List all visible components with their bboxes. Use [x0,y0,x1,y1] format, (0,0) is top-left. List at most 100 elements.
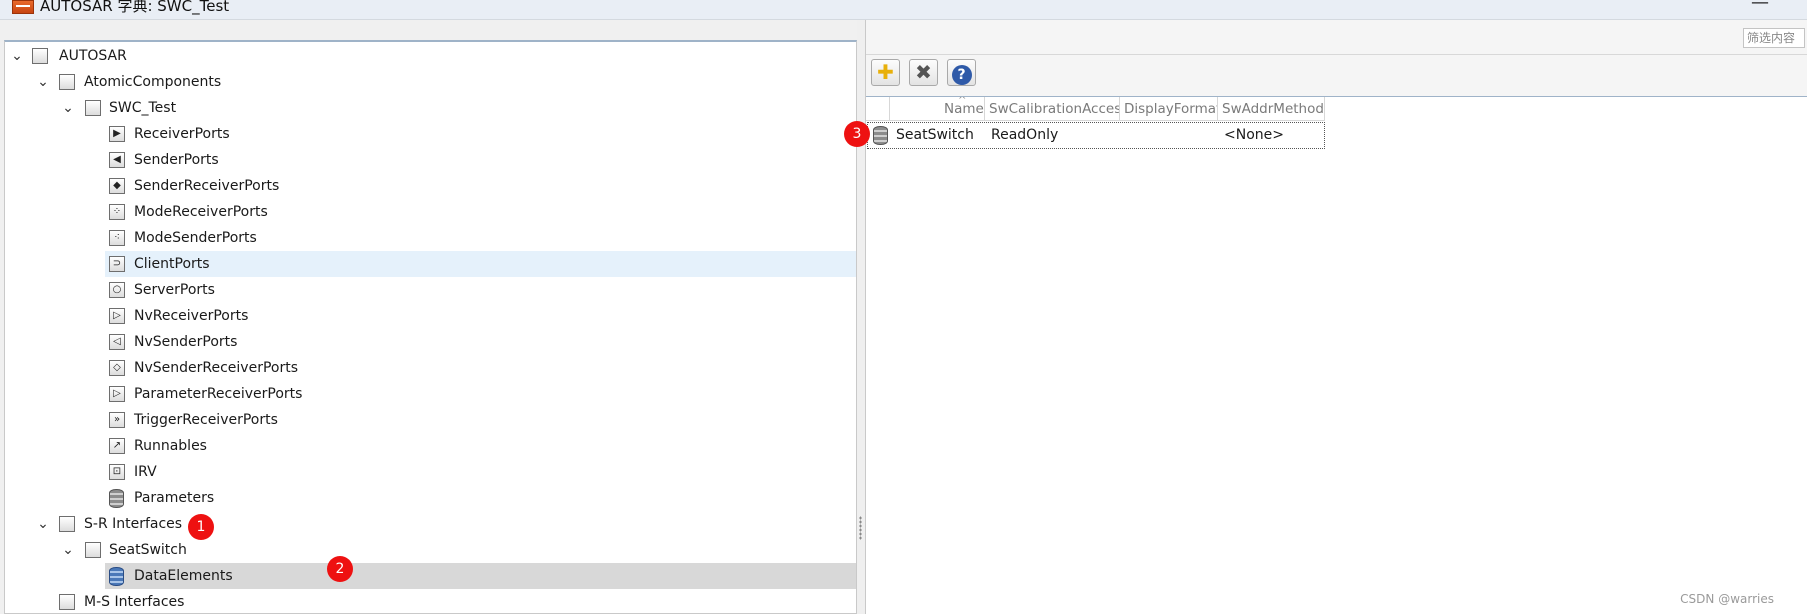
mode-receiver-port-icon: ⁘ [109,204,125,220]
watermark: CSDN @warries [1680,592,1774,606]
tree-item[interactable]: ↗ Runnables [5,433,856,459]
tree-item[interactable]: » TriggerReceiverPorts [5,407,856,433]
tree-item[interactable]: DataElements [5,563,856,589]
tree-item-label: NvSenderReceiverPorts [134,360,299,376]
tree-item[interactable]: Parameters [5,485,856,511]
runnable-icon: ↗ [109,438,125,454]
tree-item-highlight [105,251,856,277]
tree-item-highlight [105,459,856,485]
tree-item-label: NvSenderPorts [134,334,238,350]
tree-item-label: ServerPorts [134,282,215,298]
tree-item-highlight [28,43,856,69]
tree-item-highlight [105,277,856,303]
tree-item[interactable]: M-S Interfaces [5,589,856,613]
data-elements-database-icon [109,567,124,586]
column-header-name[interactable]: ^ Name [890,97,985,121]
title-bar: AUTOSAR 字典: SWC_Test — [0,0,1807,20]
window-title: AUTOSAR 字典: SWC_Test [40,0,230,15]
add-icon: ✚ [877,60,894,84]
tree-item-label: SWC_Test [109,100,177,116]
ms-interfaces-icon [59,594,75,610]
nv-sender-receiver-port-icon: ◇ [109,360,125,376]
trigger-receiver-port-icon: » [109,412,125,428]
table-row[interactable]: SeatSwitch ReadOnly <None> [867,122,1325,149]
receiver-port-icon: ▶ [109,126,125,142]
tree-item[interactable]: ○ ServerPorts [5,277,856,303]
tree-item[interactable]: ⊃ ClientPorts [5,251,856,277]
tree-item-highlight [105,485,856,511]
chevron-down-icon[interactable]: ⌄ [61,95,75,121]
tree-item[interactable]: ◆ SenderReceiverPorts [5,173,856,199]
tree-item[interactable]: ⁘ ModeReceiverPorts [5,199,856,225]
tree-item[interactable]: ⌄ AUTOSAR [5,43,856,69]
help-icon: ? [951,65,972,85]
tree-item-label: IRV [134,464,157,480]
parameter-receiver-port-icon: ▷ [109,386,125,402]
tree-item-highlight [81,537,856,563]
mode-sender-port-icon: ⁖ [109,230,125,246]
chevron-down-icon[interactable]: ⌄ [10,43,24,69]
tree-item[interactable]: ⌄ SWC_Test [5,95,856,121]
tree-item-highlight [105,433,856,459]
annotation-badge-1: 1 [188,514,214,540]
tree-item-label: DataElements [134,568,233,584]
tree-item[interactable]: ◁ NvSenderPorts [5,329,856,355]
tree-item-label: ParameterReceiverPorts [134,386,303,402]
tree-item[interactable]: ▷ NvReceiverPorts [5,303,856,329]
tree-item-label: ModeReceiverPorts [134,204,268,220]
tree-item[interactable]: ⌄ AtomicComponents [5,69,856,95]
autosar-tree[interactable]: ⌄ AUTOSAR ⌄ AtomicComponents ⌄ SWC_Test ▶ Recei… [4,40,857,614]
minimize-button[interactable]: — [1751,0,1769,13]
tree-item-label: ReceiverPorts [134,126,230,142]
tree-item-label: SenderReceiverPorts [134,178,280,194]
tree-item[interactable]: ⌄ S-R Interfaces [5,511,856,537]
tree-item[interactable]: ⌄ SeatSwitch [5,537,856,563]
parameters-database-icon [109,489,124,508]
sender-receiver-port-icon: ◆ [109,178,125,194]
column-header-calibration[interactable]: SwCalibrationAccess [985,97,1120,121]
tree-item[interactable]: ◇ NvSenderReceiverPorts [5,355,856,381]
delete-button[interactable]: ✖ [909,59,938,86]
tree-item[interactable]: ⊡ IRV [5,459,856,485]
panel-splitter[interactable] [857,20,865,614]
cell-calibration-access[interactable]: ReadOnly [991,123,1058,148]
chevron-down-icon[interactable]: ⌄ [36,511,50,537]
tree-item[interactable]: ◀ SenderPorts [5,147,856,173]
app-icon [12,0,34,14]
tree-item-label: ModeSenderPorts [134,230,257,246]
tree-item-label: SeatSwitch [109,542,187,558]
chevron-down-icon[interactable]: ⌄ [36,69,50,95]
tree-item-label: Runnables [134,438,207,454]
interface-icon [85,542,101,558]
properties-panel: 筛选内容 ✚ ✖ ? ^ Name SwCalibrationAccess Di… [865,20,1807,614]
sender-port-icon: ◀ [109,152,125,168]
row-header-corner [866,97,890,121]
filter-input[interactable]: 筛选内容 [1743,28,1805,48]
splitter-grip-icon [859,516,862,540]
components-folder-icon [59,74,75,90]
tree-item-label: SenderPorts [134,152,219,168]
component-icon [85,100,101,116]
tree-item-label: TriggerReceiverPorts [134,412,278,428]
annotation-badge-3: 3 [844,121,870,147]
delete-icon: ✖ [915,60,932,84]
tree-item-label: AtomicComponents [84,74,222,90]
cell-name[interactable]: SeatSwitch [896,123,974,148]
help-button[interactable]: ? [947,59,976,86]
tree-item[interactable]: ⁖ ModeSenderPorts [5,225,856,251]
cell-addr-method[interactable]: <None> [1224,123,1284,148]
tree-item[interactable]: ▷ ParameterReceiverPorts [5,381,856,407]
tree-item-highlight [81,95,856,121]
tree-item-label: S-R Interfaces [84,516,183,532]
add-button[interactable]: ✚ [871,59,900,86]
nv-receiver-port-icon: ▷ [109,308,125,324]
tree-item[interactable]: ▶ ReceiverPorts [5,121,856,147]
nv-sender-port-icon: ◁ [109,334,125,350]
column-header-display-format[interactable]: DisplayFormat [1120,97,1218,121]
irv-icon: ⊡ [109,464,125,480]
column-header-addr-method[interactable]: SwAddrMethod [1218,97,1325,121]
database-icon [873,126,888,145]
tree-item-label: ClientPorts [134,256,210,272]
chevron-down-icon[interactable]: ⌄ [61,537,75,563]
tree-item-label: NvReceiverPorts [134,308,249,324]
